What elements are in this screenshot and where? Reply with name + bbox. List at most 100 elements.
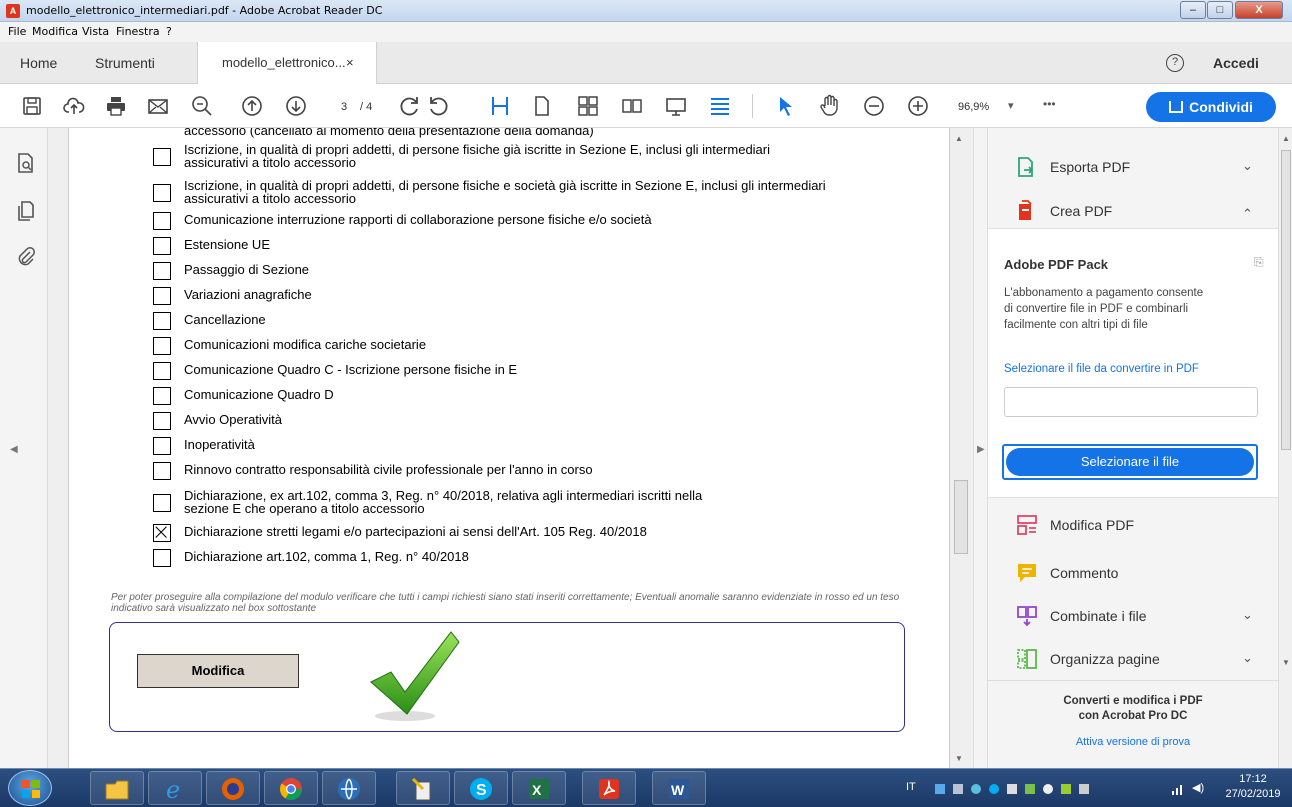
taskbar-word[interactable]: W [652, 771, 706, 805]
form-checkbox[interactable] [153, 362, 171, 380]
tray-skype-icon[interactable] [989, 784, 999, 794]
minimize-button[interactable]: – [1180, 1, 1206, 19]
print-icon[interactable] [104, 94, 128, 118]
tray-misc-icon[interactable] [1043, 784, 1053, 794]
maximize-button[interactable]: □ [1207, 1, 1233, 19]
taskbar-paint[interactable] [396, 771, 450, 805]
tool-edit-pdf[interactable]: Modifica PDF [1016, 514, 1266, 538]
form-checkbox[interactable] [153, 387, 171, 405]
scroll-up-arrow[interactable]: ▲ [955, 134, 963, 143]
zoom-in-icon[interactable] [906, 94, 930, 118]
page-up-icon[interactable] [240, 94, 264, 118]
tray-device-icon[interactable] [1079, 784, 1089, 794]
trial-link[interactable]: Attiva versione di prova [988, 736, 1278, 748]
taskbar-excel[interactable]: X [512, 771, 566, 805]
zoom-dropdown-icon[interactable]: ▾ [1008, 99, 1014, 112]
two-page-icon[interactable] [576, 94, 600, 118]
clock[interactable]: 17:12 27/02/2019 [1220, 772, 1286, 802]
save-icon[interactable] [20, 94, 44, 118]
panel-scroll-up-arrow[interactable]: ▲ [1282, 134, 1290, 143]
menu-file[interactable]: File [8, 25, 26, 38]
document-scroll-thumb[interactable] [954, 480, 968, 554]
tool-export-pdf[interactable]: Esporta PDF ⌄ [1016, 156, 1266, 180]
form-checkbox[interactable] [153, 237, 171, 255]
scroll-down-arrow[interactable]: ▼ [955, 754, 963, 763]
select-file-button[interactable]: Selezionare il file [1006, 448, 1254, 476]
form-checkbox[interactable] [153, 262, 171, 280]
pack-copy-icon[interactable]: ⎘ [1254, 255, 1264, 270]
start-button[interactable] [8, 770, 52, 806]
form-checkbox[interactable] [153, 549, 171, 567]
tray-signal-icon[interactable] [1172, 782, 1186, 795]
hand-tool-icon[interactable] [818, 94, 842, 118]
form-checkbox[interactable] [153, 494, 171, 512]
tray-sync-icon[interactable] [971, 784, 981, 794]
form-checkbox[interactable] [153, 212, 171, 230]
taskbar-chrome[interactable] [264, 771, 318, 805]
collapse-left-icon[interactable]: ◀ [10, 444, 18, 455]
page-down-icon[interactable] [284, 94, 308, 118]
select-file-link[interactable]: Selezionare il file da convertire in PDF [1004, 363, 1199, 375]
form-checkbox[interactable] [153, 524, 171, 542]
bookmarks-copy-icon[interactable] [16, 200, 36, 222]
form-checkbox[interactable] [153, 412, 171, 430]
menu-modifica[interactable]: Modifica [32, 25, 78, 38]
menu-finestra[interactable]: Finestra [116, 25, 160, 38]
presentation-icon[interactable] [664, 94, 688, 118]
panel-scroll-thumb[interactable] [1281, 150, 1291, 450]
form-checkbox[interactable] [153, 312, 171, 330]
form-checkbox[interactable] [153, 337, 171, 355]
scroll-mode-icon[interactable] [708, 94, 732, 118]
single-page-icon[interactable] [530, 94, 554, 118]
signin-link[interactable]: Accedi [1213, 55, 1259, 71]
help-icon[interactable]: ? [1166, 54, 1184, 72]
rotate-ccw-icon[interactable] [412, 94, 448, 118]
tab-tools[interactable]: Strumenti [95, 42, 155, 84]
panel-scroll-track[interactable]: ▲ ▼ [1278, 128, 1292, 768]
fit-width-icon[interactable] [488, 94, 512, 118]
taskbar-ie[interactable]: e [148, 771, 202, 805]
zoom-level[interactable]: 96,9% [958, 101, 989, 113]
taskbar-explorer[interactable] [90, 771, 144, 805]
tab-home[interactable]: Home [20, 42, 57, 84]
tray-power-icon[interactable] [1061, 784, 1071, 794]
taskbar-acrobat[interactable] [582, 771, 636, 805]
more-tools-icon[interactable]: ••• [1043, 97, 1056, 111]
tool-create-pdf[interactable]: Crea PDF ⌃ [1016, 200, 1266, 224]
tray-flag-icon[interactable] [1007, 784, 1017, 794]
taskbar-app[interactable] [322, 771, 376, 805]
tool-combine-files[interactable]: Combinate i file ⌄ [1016, 605, 1266, 629]
close-button[interactable]: X [1235, 1, 1283, 19]
form-checkbox[interactable] [153, 287, 171, 305]
tray-cloud-icon[interactable] [935, 784, 945, 794]
page-thumbnails-icon[interactable] [16, 152, 36, 174]
attachment-icon[interactable] [16, 246, 36, 268]
tray-network-icon[interactable] [953, 784, 963, 794]
tab-document[interactable]: modello_elettronico... × [197, 42, 377, 84]
tray-volume-icon[interactable]: ◀) [1192, 781, 1204, 794]
email-icon[interactable] [146, 94, 170, 118]
zoom-out-icon[interactable] [862, 94, 886, 118]
share-button[interactable]: Condividi [1146, 92, 1276, 122]
form-checkbox[interactable] [153, 437, 171, 455]
file-path-field[interactable] [1004, 387, 1258, 417]
form-checkbox[interactable] [153, 462, 171, 480]
modifica-button[interactable]: Modifica [137, 654, 299, 688]
tool-organize-pages[interactable]: Organizza pagine ⌄ [1016, 648, 1266, 672]
document-scroll-track[interactable]: ▲ ▼ [952, 128, 972, 768]
select-cursor-icon[interactable] [774, 94, 798, 118]
collapse-right-icon[interactable]: ▶ [977, 444, 985, 455]
zoom-out-search-icon[interactable] [190, 94, 214, 118]
form-checkbox[interactable] [153, 184, 171, 202]
panel-scroll-down-arrow[interactable]: ▼ [1282, 658, 1290, 667]
tool-comment[interactable]: Commento [1016, 562, 1266, 586]
page-spread-icon[interactable] [620, 94, 644, 118]
taskbar-skype[interactable]: S [454, 771, 508, 805]
menu-help[interactable]: ? [166, 25, 172, 38]
menu-vista[interactable]: Vista [82, 25, 109, 38]
form-checkbox[interactable] [153, 148, 171, 166]
taskbar-firefox[interactable] [206, 771, 260, 805]
tab-close-icon[interactable]: × [346, 42, 354, 84]
tray-app-icon[interactable] [1025, 784, 1035, 794]
page-number-input[interactable]: 3 [334, 101, 354, 113]
